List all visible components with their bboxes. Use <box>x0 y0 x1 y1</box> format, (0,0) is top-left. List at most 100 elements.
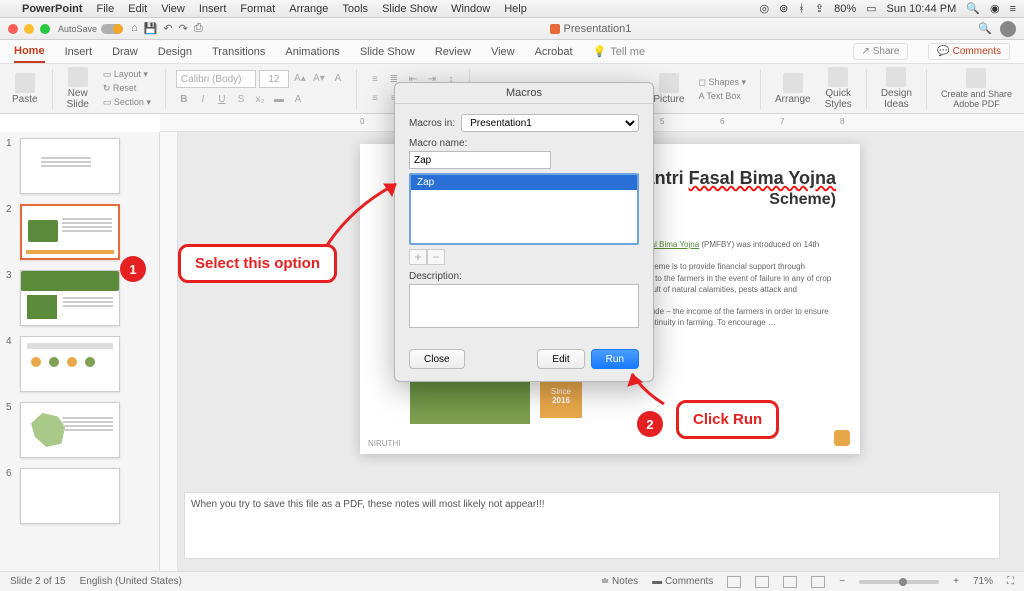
bullets-button[interactable]: ≡ <box>367 71 383 87</box>
increase-font-icon[interactable]: A▴ <box>292 70 308 86</box>
menu-arrange[interactable]: Arrange <box>289 3 328 15</box>
edit-button[interactable]: Edit <box>537 349 584 369</box>
reset-button[interactable]: ↻ Reset <box>99 82 155 95</box>
slide-thumbnail[interactable]: 5 <box>6 402 153 458</box>
add-macro-button[interactable]: + <box>409 249 427 265</box>
tab-insert[interactable]: Insert <box>65 42 93 62</box>
layout-button[interactable]: ▭ Layout ▾ <box>99 68 155 81</box>
section-button[interactable]: ▭ Section ▾ <box>99 96 155 109</box>
app-menu[interactable]: PowerPoint <box>22 3 83 15</box>
description-textarea[interactable] <box>409 284 639 328</box>
battery-icon: ▭ <box>866 2 876 15</box>
menu-insert[interactable]: Insert <box>199 3 227 15</box>
vertical-ruler <box>160 132 178 571</box>
font-name-select[interactable]: Calibri (Body) <box>176 70 256 88</box>
sorter-view-button[interactable] <box>755 576 769 588</box>
clock: Sun 10:44 PM <box>887 3 957 15</box>
arrange-button[interactable]: Arrange <box>771 73 815 105</box>
tab-home[interactable]: Home <box>14 41 45 63</box>
underline-button[interactable]: U <box>214 91 230 107</box>
subscript-button[interactable]: x₂ <box>252 91 268 107</box>
font-size-select[interactable]: 12 <box>259 70 289 88</box>
comments-button[interactable]: 💬 Comments <box>928 43 1010 60</box>
adobe-pdf-button[interactable]: Create and Share Adobe PDF <box>937 68 1016 109</box>
zoom-in-button[interactable]: + <box>953 576 959 587</box>
align-left-button[interactable]: ≡ <box>367 90 383 106</box>
tab-animations[interactable]: Animations <box>285 42 339 62</box>
slide-thumbnail-panel[interactable]: 1 2 3 4 5 6 <box>0 132 160 571</box>
slide-thumbnail[interactable]: 1 <box>6 138 153 194</box>
tab-acrobat[interactable]: Acrobat <box>535 42 573 62</box>
macro-list-item[interactable]: Zap <box>411 175 637 190</box>
clear-format-icon[interactable]: A <box>330 70 346 86</box>
slide-thumbnail[interactable]: 4 <box>6 336 153 392</box>
macros-in-label: Macros in: <box>409 118 455 129</box>
tell-me-search[interactable]: 💡 Tell me <box>593 45 646 58</box>
fit-to-window-button[interactable]: ⛶ <box>1007 576 1014 587</box>
redo-icon[interactable]: ↷ <box>179 22 188 35</box>
menu-file[interactable]: File <box>97 3 115 15</box>
account-avatar[interactable] <box>1000 21 1016 37</box>
textbox-button[interactable]: A Text Box <box>694 90 750 102</box>
macros-in-select[interactable]: Presentation1 <box>461 114 639 132</box>
decrease-font-icon[interactable]: A▾ <box>311 70 327 86</box>
notes-pane[interactable]: When you try to save this file as a PDF,… <box>184 492 1000 559</box>
undo-icon[interactable]: ↶ <box>163 22 172 35</box>
italic-button[interactable]: I <box>195 91 211 107</box>
shapes-button[interactable]: ◻ Shapes ▾ <box>694 76 750 89</box>
menu-window[interactable]: Window <box>451 3 490 15</box>
language-status[interactable]: English (United States) <box>80 576 182 587</box>
menu-edit[interactable]: Edit <box>128 3 147 15</box>
maximize-window-button[interactable] <box>40 24 50 34</box>
spotlight-icon[interactable]: 🔍 <box>966 2 980 15</box>
close-window-button[interactable] <box>8 24 18 34</box>
design-ideas-button[interactable]: Design Ideas <box>877 67 916 110</box>
picture-button[interactable]: Picture <box>649 73 688 105</box>
status-icon: ⊚ <box>779 2 788 15</box>
minimize-window-button[interactable] <box>24 24 34 34</box>
zoom-out-button[interactable]: − <box>839 576 845 587</box>
highlight-button[interactable]: ▬ <box>271 91 287 107</box>
paste-button[interactable]: Paste <box>8 73 42 105</box>
slide-thumbnail[interactable]: 6 <box>6 468 153 524</box>
zoom-slider[interactable] <box>859 580 939 584</box>
notes-toggle[interactable]: ≐ Notes <box>601 576 638 587</box>
bold-button[interactable]: B <box>176 91 192 107</box>
home-icon[interactable]: ⌂ <box>131 22 138 35</box>
menu-tools[interactable]: Tools <box>342 3 368 15</box>
menu-help[interactable]: Help <box>504 3 527 15</box>
autosave-label: AutoSave <box>58 24 97 34</box>
quick-styles-button[interactable]: Quick Styles <box>821 67 856 110</box>
save-icon[interactable]: 💾 <box>144 22 158 35</box>
notification-icon[interactable]: ≡ <box>1010 3 1016 15</box>
share-button[interactable]: ↗ Share <box>853 43 909 60</box>
run-button[interactable]: Run <box>591 349 639 369</box>
close-button[interactable]: Close <box>409 349 465 369</box>
print-icon[interactable]: ⎙ <box>194 22 203 35</box>
autosave-toggle[interactable] <box>101 24 123 34</box>
menu-view[interactable]: View <box>161 3 185 15</box>
tab-design[interactable]: Design <box>158 42 192 62</box>
tab-view[interactable]: View <box>491 42 515 62</box>
new-slide-button[interactable]: New Slide <box>63 67 93 110</box>
menu-format[interactable]: Format <box>240 3 275 15</box>
slide-footer-logo: NIRUTHI <box>368 439 400 448</box>
tab-draw[interactable]: Draw <box>112 42 138 62</box>
menu-slideshow[interactable]: Slide Show <box>382 3 437 15</box>
strike-button[interactable]: S <box>233 91 249 107</box>
normal-view-button[interactable] <box>727 576 741 588</box>
siri-icon[interactable]: ◉ <box>990 2 1000 15</box>
slideshow-view-button[interactable] <box>811 576 825 588</box>
comments-toggle[interactable]: ▬ Comments <box>652 576 713 587</box>
tab-review[interactable]: Review <box>435 42 471 62</box>
reading-view-button[interactable] <box>783 576 797 588</box>
macro-list[interactable]: Zap <box>409 173 639 245</box>
tab-slideshow[interactable]: Slide Show <box>360 42 415 62</box>
search-icon[interactable]: 🔍 <box>978 22 992 35</box>
macro-name-input[interactable] <box>409 151 551 169</box>
tab-transitions[interactable]: Transitions <box>212 42 265 62</box>
zoom-percent[interactable]: 71% <box>973 576 993 587</box>
remove-macro-button[interactable]: − <box>427 249 445 265</box>
slide-thumbnail[interactable]: 2 <box>6 204 153 260</box>
font-color-button[interactable]: A <box>290 91 306 107</box>
